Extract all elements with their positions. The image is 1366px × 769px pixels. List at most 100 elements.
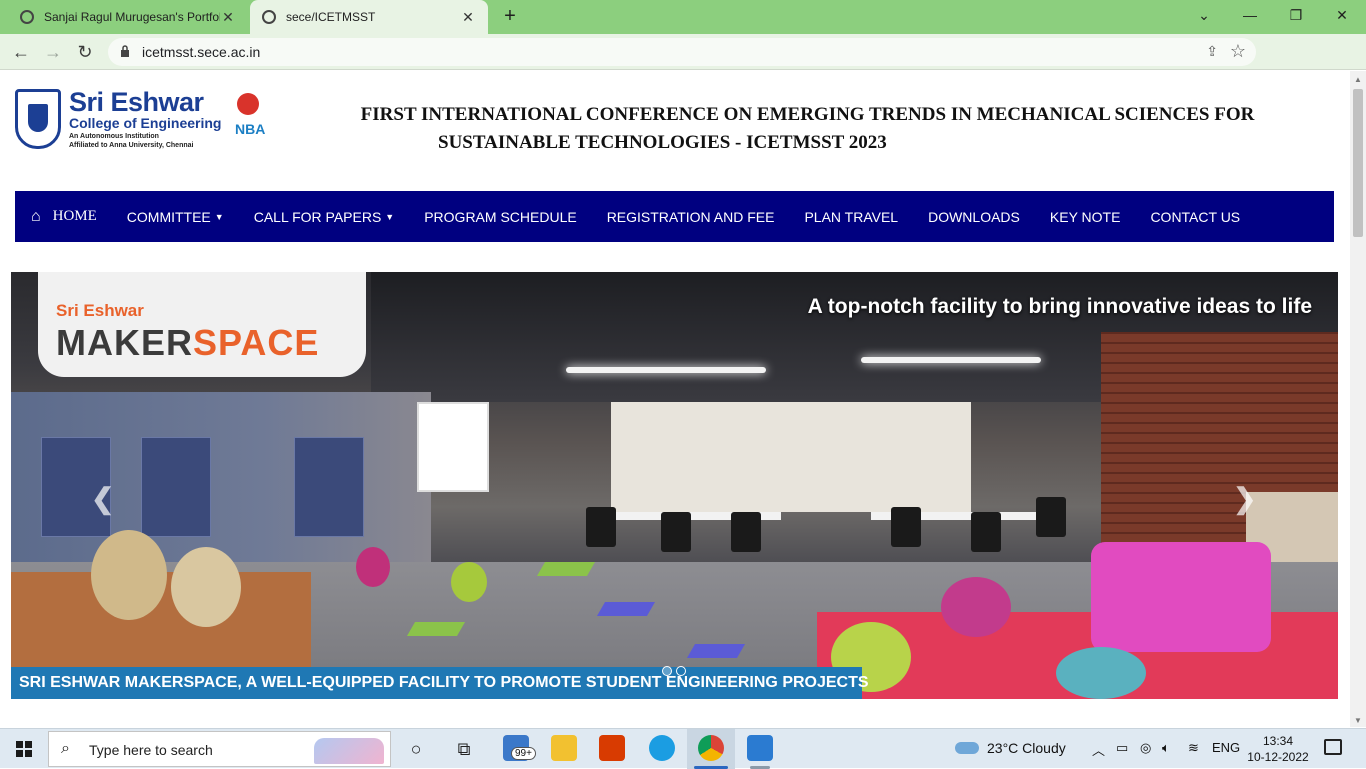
caret-down-icon: ▼ [214,211,224,222]
tab-search-chevron-icon[interactable]: ⌄ [1181,0,1227,30]
brand-subtitle: College of Engineering [69,115,222,131]
pink-sofa [1091,542,1271,652]
scene-backwall [611,402,971,512]
nav-key-note[interactable]: KEY NOTE [1035,191,1136,242]
restore-button[interactable]: ❐ [1273,0,1319,30]
nav-committee-label: COMMITTEE [126,208,211,225]
caret-down-icon: ▼ [385,211,395,222]
hero-carousel[interactable]: Sri Eshwar MAKERSPACE A top-notch facili… [11,272,1338,699]
wall-poster [141,437,211,537]
meet-now-icon[interactable]: ◎ [1140,740,1151,756]
tab-icetmsst[interactable]: sece/ICETMSST ✕ [250,0,488,34]
edge-icon[interactable] [649,735,675,761]
scroll-down-icon[interactable]: ▼ [1354,716,1362,725]
nav-registration-and-fee[interactable]: REGISTRATION AND FEE [592,191,790,242]
back-button[interactable]: ← [8,39,34,65]
college-logo[interactable]: Sri Eshwar College of Engineering An Aut… [15,87,265,153]
url-text: icetmsst.sece.ac.in [142,44,261,60]
browser-toolbar: ← → ↻ icetmsst.sece.ac.in ⇪ ☆ S ⋮ [0,34,1366,97]
slide-caption: SRI ESHWAR MAKERSPACE, A WELL-EQUIPPED F… [11,667,869,699]
stool [1056,647,1146,699]
file-explorer-icon[interactable] [551,735,577,761]
nav-home[interactable]: ⌂ HOME [15,191,112,242]
wifi-icon[interactable]: ≋ [1188,740,1199,756]
search-highlight-art [314,738,384,764]
naac-badge-icon [237,93,259,115]
forward-button[interactable]: → [40,39,66,65]
chevron-up-icon[interactable]: ︿ [1092,740,1105,759]
brand-tagline: An Autonomous Institution [69,133,159,140]
weather-text: 23°C Cloudy [987,740,1066,756]
share-icon[interactable]: ⇪ [1206,43,1218,60]
nav-contact-us[interactable]: CONTACT US [1135,191,1255,242]
nav-downloads[interactable]: DOWNLOADS [913,191,1035,242]
tab-strip: Sanjai Ragul Murugesan's Portfolio ✕ sec… [0,0,1366,34]
task-view-icon[interactable]: ⧉ [452,737,476,761]
windows-start-icon[interactable] [16,741,32,757]
carousel-dot[interactable] [676,666,686,676]
clock-date: 10-12-2022 [1247,750,1309,764]
page-viewport: Sri Eshwar College of Engineering An Aut… [0,71,1350,727]
close-icon[interactable]: ✕ [460,9,476,26]
floor-tile [596,602,656,616]
clock-time: 13:34 [1262,734,1294,748]
ceiling-light [861,357,1041,363]
conference-title: FIRST INTERNATIONAL CONFERENCE ON EMERGI… [300,101,1315,157]
slide-headline: A top-notch facility to bring innovative… [807,295,1312,318]
taskbar-search-placeholder: Type here to search [89,742,213,758]
globe-icon [262,10,276,24]
weather-widget[interactable]: 23°C Cloudy [955,740,1066,756]
vscode-icon[interactable] [747,735,773,761]
taskbar-search[interactable]: ⌕ Type here to search [48,731,391,767]
ceiling-light [566,367,766,373]
carousel-indicators [662,666,686,676]
floor-tile [686,644,746,658]
chair [1036,497,1066,537]
carousel-dot[interactable] [662,666,672,676]
bookmark-star-icon[interactable]: ☆ [1230,41,1246,62]
chrome-icon[interactable] [698,735,724,761]
conference-title-line2: SUSTAINABLE TECHNOLOGIES - ICETMSST 2023 [438,132,887,153]
battery-icon[interactable]: ▭ [1116,740,1128,756]
nav-call-for-papers[interactable]: CALL FOR PAPERS ▼ [239,191,410,242]
scroll-up-icon[interactable]: ▲ [1354,75,1362,84]
cortana-icon[interactable]: ○ [404,737,428,761]
volume-icon[interactable]: 🔈︎ [1162,740,1170,756]
chair [891,507,921,547]
nav-committee[interactable]: COMMITTEE ▼ [112,191,239,242]
notification-icon[interactable] [1324,739,1342,755]
stool [941,577,1011,637]
language-indicator[interactable]: ENG [1212,740,1240,755]
tab-title: sece/ICETMSST [286,10,376,24]
system-clock[interactable]: 13:34 10-12-2022 [1246,733,1310,765]
college-crest-icon [15,89,61,149]
brand-affiliation: Affiliated to Anna University, Chennai [69,142,194,149]
carousel-next-icon[interactable]: ❯ [1233,482,1256,515]
nav-program-schedule[interactable]: PROGRAM SCHEDULE [409,191,591,242]
reload-button[interactable]: ↻ [72,39,98,65]
stool [356,547,390,587]
minimize-button[interactable]: — [1227,0,1273,30]
floor-tile [536,562,596,576]
office-icon[interactable] [599,735,625,761]
globe-icon [20,10,34,24]
address-bar[interactable]: icetmsst.sece.ac.in ⇪ ☆ [108,38,1256,66]
scrollbar-thumb[interactable] [1353,89,1363,237]
new-tab-button[interactable]: + [498,4,522,28]
makerspace-badge-big: MAKERSPACE [56,322,319,364]
page-scrollbar[interactable]: ▲ ▼ [1350,71,1366,727]
tab-portfolio[interactable]: Sanjai Ragul Murugesan's Portfolio ✕ [8,0,248,34]
carousel-prev-icon[interactable]: ❮ [91,482,114,515]
makerspace-word-space: SPACE [193,322,320,363]
display-screen [417,402,489,492]
wall-poster [294,437,364,537]
close-icon[interactable]: ✕ [220,9,236,26]
wicker-chair [171,547,241,627]
chair [661,512,691,552]
nba-badge: NBA [235,121,266,137]
nav-plan-travel[interactable]: PLAN TRAVEL [789,191,913,242]
brand-name: Sri Eshwar [69,87,204,117]
lock-icon [121,45,129,57]
close-window-button[interactable]: ✕ [1319,0,1365,30]
stool [451,562,487,602]
